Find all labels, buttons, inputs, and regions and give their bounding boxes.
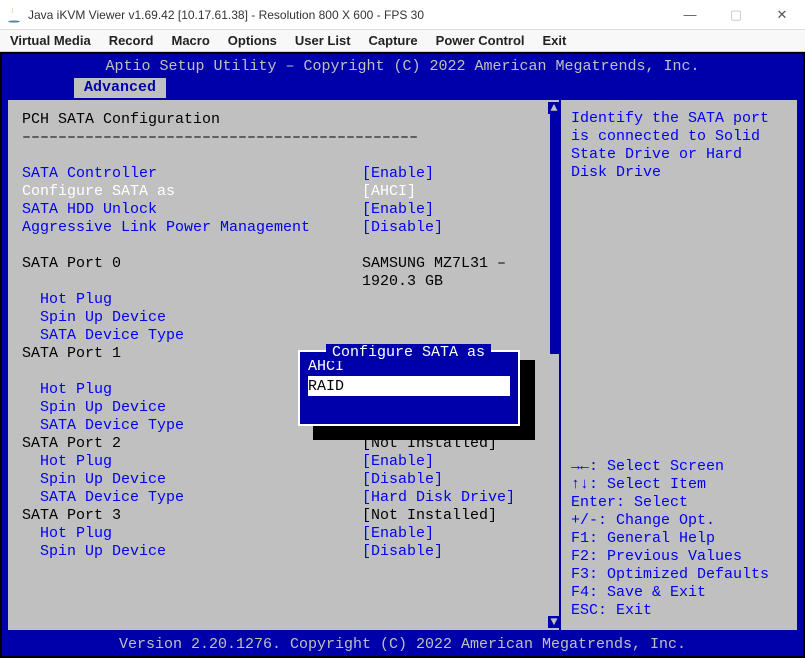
key-help: →←: Select Screen↑↓: Select ItemEnter: S…	[571, 458, 787, 620]
setting-sata-device-type[interactable]: SATA Device Type[Hard Disk Drive]	[22, 488, 545, 506]
popup-option-raid[interactable]: RAID	[308, 376, 510, 396]
setting-spin-up-device[interactable]: Spin Up Device	[22, 308, 545, 326]
maximize-button[interactable]: ▢	[713, 0, 759, 30]
bios-body: ▲ ▼ PCH SATA Configuration –––––––––––––…	[6, 98, 799, 632]
bios-tabs: Advanced	[2, 78, 803, 98]
setting-configure-sata-as[interactable]: Configure SATA as[AHCI]	[22, 182, 545, 200]
section-divider: ––––––––––––––––––––––––––––––––––––––––…	[22, 128, 545, 146]
setting-spin-up-device[interactable]: Spin Up Device[Disable]	[22, 542, 545, 560]
window-titlebar: Java iKVM Viewer v1.69.42 [10.17.61.38] …	[0, 0, 805, 30]
setting-sata-device-type[interactable]: SATA Device Type	[22, 326, 545, 344]
scroll-up-icon[interactable]: ▲	[548, 102, 559, 114]
setting-aggressive-link-power-management[interactable]: Aggressive Link Power Management[Disable…	[22, 218, 545, 236]
scroll-down-icon[interactable]: ▼	[548, 616, 559, 628]
help-text: Identify the SATA port is connected to S…	[571, 110, 787, 182]
menu-exit[interactable]: Exit	[543, 33, 567, 48]
key-hint: F2: Previous Values	[571, 548, 787, 566]
setting-spin-up-device[interactable]: Spin Up Device[Disable]	[22, 470, 545, 488]
close-button[interactable]: ✕	[759, 0, 805, 30]
setting-sata-controller[interactable]: SATA Controller[Enable]	[22, 164, 545, 182]
kvm-viewport: Aptio Setup Utility – Copyright (C) 2022…	[0, 52, 805, 658]
window-controls: — ▢ ✕	[667, 0, 805, 30]
bios-footer: Version 2.20.1276. Copyright (C) 2022 Am…	[2, 632, 803, 656]
menu-record[interactable]: Record	[109, 33, 154, 48]
key-hint: F1: General Help	[571, 530, 787, 548]
setting-hot-plug[interactable]: Hot Plug	[22, 290, 545, 308]
setting-sata-hdd-unlock[interactable]: SATA HDD Unlock[Enable]	[22, 200, 545, 218]
sata-port-0-line2: 1920.3 GB	[22, 272, 545, 290]
spacer	[22, 146, 545, 164]
setting-hot-plug[interactable]: Hot Plug[Enable]	[22, 452, 545, 470]
key-hint: F3: Optimized Defaults	[571, 566, 787, 584]
menu-virtual-media[interactable]: Virtual Media	[10, 33, 91, 48]
menu-power-control[interactable]: Power Control	[436, 33, 525, 48]
sata-port-3: SATA Port 3 [Not Installed]	[22, 506, 545, 524]
menu-capture[interactable]: Capture	[369, 33, 418, 48]
section-title: PCH SATA Configuration	[22, 110, 545, 128]
bios-help-panel: Identify the SATA port is connected to S…	[559, 98, 799, 632]
menu-macro[interactable]: Macro	[171, 33, 209, 48]
bios-screen: Aptio Setup Utility – Copyright (C) 2022…	[2, 54, 803, 656]
window-title: Java iKVM Viewer v1.69.42 [10.17.61.38] …	[28, 8, 424, 22]
popup-title: Configure SATA as	[326, 344, 491, 361]
titlebar-left: Java iKVM Viewer v1.69.42 [10.17.61.38] …	[6, 7, 424, 23]
key-hint: F4: Save & Exit	[571, 584, 787, 602]
key-hint: ESC: Exit	[571, 602, 787, 620]
key-hint: →←: Select Screen	[571, 458, 787, 476]
menubar: Virtual Media Record Macro Options User List…	[0, 30, 805, 52]
bios-main-panel: ▲ ▼ PCH SATA Configuration –––––––––––––…	[6, 98, 559, 632]
key-hint: ↑↓: Select Item	[571, 476, 787, 494]
key-hint: +/-: Change Opt.	[571, 512, 787, 530]
spacer	[22, 236, 545, 254]
tab-advanced[interactable]: Advanced	[74, 78, 166, 98]
bios-header: Aptio Setup Utility – Copyright (C) 2022…	[2, 54, 803, 78]
configure-sata-popup: Configure SATA as AHCIRAID	[298, 350, 520, 426]
scrollbar[interactable]	[550, 114, 559, 354]
menu-options[interactable]: Options	[228, 33, 277, 48]
key-hint: Enter: Select	[571, 494, 787, 512]
java-icon	[6, 7, 22, 23]
setting-hot-plug[interactable]: Hot Plug[Enable]	[22, 524, 545, 542]
minimize-button[interactable]: —	[667, 0, 713, 30]
menu-user-list[interactable]: User List	[295, 33, 351, 48]
sata-port-0: SATA Port 0 SAMSUNG MZ7L31 –	[22, 254, 545, 272]
